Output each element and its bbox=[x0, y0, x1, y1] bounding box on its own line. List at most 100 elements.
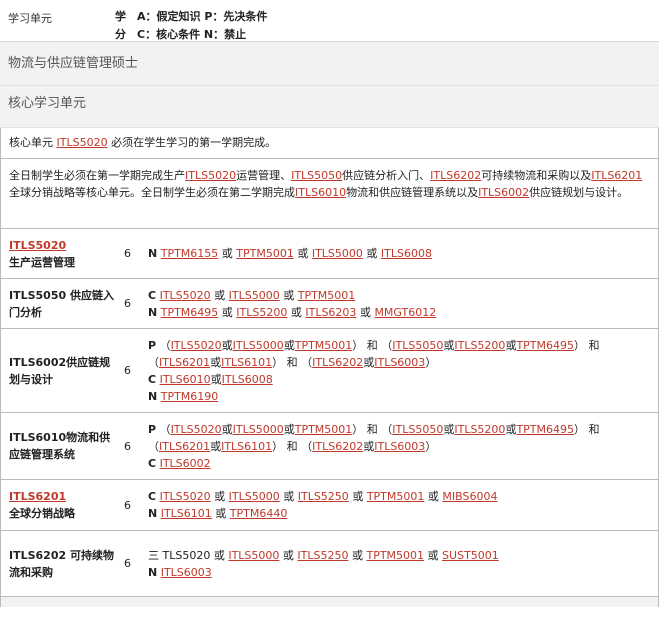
unit-name: ITLS6002供应链规划与设计 bbox=[9, 355, 111, 386]
note-text: 供应链分析入门、 bbox=[342, 169, 431, 182]
unit-link[interactable]: ITLS6002 bbox=[478, 186, 529, 199]
unit-link[interactable]: TPTM6495 bbox=[161, 306, 219, 319]
unit-link[interactable]: ITLS5020 bbox=[160, 289, 211, 302]
unit-link[interactable]: ITLS5200 bbox=[236, 306, 287, 319]
unit-name: 全球分销战略 bbox=[9, 507, 75, 520]
type-label: C bbox=[148, 490, 157, 503]
unit-link[interactable]: ITLS5000 bbox=[312, 247, 363, 260]
unit-link[interactable]: ITLS6101 bbox=[221, 440, 272, 453]
table-header: 学习单元 学 分 A：假定知识 P：先决条件 C：核心条件 N：禁止 bbox=[0, 0, 659, 42]
unit-link[interactable]: ITLS6010 bbox=[295, 186, 346, 199]
credit-points: 6 bbox=[124, 439, 131, 453]
unit-link[interactable]: TPTM5001 bbox=[295, 339, 353, 352]
unit-cell: ITLS6010物流和供应链管理系统 bbox=[1, 413, 115, 479]
unit-link[interactable]: ITLS6002 bbox=[160, 457, 211, 470]
requisites-cell: C ITLS5020 或 ITLS5000 或 TPTM5001 N TPTM6… bbox=[140, 279, 658, 328]
unit-link[interactable]: ITLS6101 bbox=[221, 356, 272, 369]
unit-link[interactable]: ITLS5200 bbox=[454, 423, 505, 436]
or-text: 或 bbox=[363, 355, 375, 369]
or-text: 或 bbox=[282, 548, 294, 562]
unit-link[interactable]: ITLS6003 bbox=[161, 566, 212, 579]
unit-link[interactable]: TPTM5001 bbox=[367, 490, 425, 503]
unit-link[interactable]: MIBS6004 bbox=[442, 490, 497, 503]
unit-link[interactable]: TPTM6190 bbox=[161, 390, 219, 403]
unit-cell: ITLS5020 生产运营管理 bbox=[1, 229, 115, 278]
unit-code-link[interactable]: ITLS5020 bbox=[9, 237, 115, 254]
unit-link[interactable]: ITLS6201 bbox=[591, 169, 642, 182]
unit-link[interactable]: ITLS5050 bbox=[392, 339, 443, 352]
requisites-cell: P （ITLS5020或ITLS5000或TPTM5001） 和 （ITLS50… bbox=[140, 329, 658, 412]
and-text: 和 bbox=[286, 439, 298, 453]
unit-link[interactable]: ITLS6010 bbox=[160, 373, 211, 386]
unit-link[interactable]: ITLS5050 bbox=[392, 423, 443, 436]
unit-link[interactable]: ITLS5020 bbox=[171, 423, 222, 436]
unit-link[interactable]: ITLS5250 bbox=[297, 549, 348, 562]
or-text: 或 bbox=[352, 490, 364, 503]
or-text: 或 bbox=[505, 338, 517, 352]
or-text: 或 bbox=[297, 247, 309, 260]
paren: （ bbox=[381, 338, 393, 352]
unit-link[interactable]: ITLS6008 bbox=[381, 247, 432, 260]
unit-link[interactable]: ITLS5000 bbox=[229, 289, 280, 302]
unit-cell: ITLS6201 全球分销战略 bbox=[1, 480, 115, 530]
unit-link[interactable]: ITLS6101 bbox=[161, 507, 212, 520]
unit-link[interactable]: ITLS6008 bbox=[222, 373, 273, 386]
program-heading: 物流与供应链管理硕士 bbox=[0, 42, 659, 86]
paren: ） bbox=[574, 422, 585, 436]
unit-link[interactable]: ITLS6202 bbox=[430, 169, 481, 182]
unit-link[interactable]: ITLS5020 bbox=[160, 490, 211, 503]
unit-link[interactable]: ITLS6003 bbox=[374, 356, 425, 369]
unit-link[interactable]: ITLS5050 bbox=[291, 169, 342, 182]
paren: ） bbox=[425, 355, 437, 369]
table-row: ITLS6201 全球分销战略 6 C ITLS5020 或 ITLS5000 … bbox=[1, 480, 658, 531]
type-label: N bbox=[148, 565, 158, 579]
unit-link[interactable]: ITLS6202 bbox=[312, 356, 363, 369]
and-text: 和 bbox=[366, 422, 378, 436]
unit-code-text: TLS5020 bbox=[162, 548, 211, 562]
unit-link[interactable]: TPTM5001 bbox=[295, 423, 353, 436]
unit-cell: ITLS5050 供应链入门分析 bbox=[1, 279, 115, 328]
or-text: 或 bbox=[210, 355, 222, 369]
unit-link[interactable]: ITLS6201 bbox=[159, 356, 210, 369]
unit-link[interactable]: ITLS5020 bbox=[171, 339, 222, 352]
unit-link[interactable]: TPTM6155 bbox=[161, 247, 219, 260]
unit-link[interactable]: ITLS5000 bbox=[233, 423, 284, 436]
unit-link[interactable]: TPTM6495 bbox=[516, 423, 574, 436]
note-text: 核心单元 bbox=[9, 136, 57, 149]
type-label: C bbox=[148, 288, 157, 302]
unit-link[interactable]: MMGT6012 bbox=[374, 306, 436, 319]
unit-link[interactable]: TPTM5001 bbox=[236, 247, 294, 260]
or-text: 或 bbox=[214, 288, 226, 302]
or-text: 或 bbox=[215, 507, 227, 520]
unit-link[interactable]: TPTM5001 bbox=[366, 549, 424, 562]
unit-link[interactable]: ITLS5000 bbox=[228, 549, 279, 562]
unit-link[interactable]: TPTM5001 bbox=[298, 289, 356, 302]
unit-link[interactable]: ITLS6003 bbox=[374, 440, 425, 453]
unit-link[interactable]: ITLS6201 bbox=[159, 440, 210, 453]
header-char-1: 学 bbox=[115, 10, 126, 23]
type-label: N bbox=[148, 247, 158, 260]
unit-link[interactable]: TPTM6495 bbox=[516, 339, 574, 352]
unit-link[interactable]: ITLS5020 bbox=[185, 169, 236, 182]
unit-link[interactable]: ITLS5200 bbox=[454, 339, 505, 352]
unit-link[interactable]: ITLS5000 bbox=[233, 339, 284, 352]
unit-code-link[interactable]: ITLS6201 bbox=[9, 488, 115, 505]
type-label: P bbox=[148, 338, 157, 352]
header-unit-label: 学习单元 bbox=[8, 12, 52, 25]
credit-points: 6 bbox=[124, 247, 131, 260]
or-text: 或 bbox=[221, 338, 233, 352]
paren: ） bbox=[574, 338, 585, 352]
unit-link[interactable]: ITLS6203 bbox=[305, 306, 356, 319]
requisite-line: P （ITLS5020或ITLS5000或TPTM5001） 和 （ITLS50… bbox=[148, 421, 652, 455]
requisite-line: N TPTM6155 或 TPTM5001 或 ITLS5000 或 ITLS6… bbox=[148, 245, 652, 262]
paren: （ bbox=[159, 338, 171, 352]
or-text: 或 bbox=[366, 247, 378, 260]
requisite-line: N ITLS6101 或 TPTM6440 bbox=[148, 505, 652, 522]
unit-link[interactable]: SUST5001 bbox=[442, 549, 499, 562]
unit-link[interactable]: ITLS6202 bbox=[312, 440, 363, 453]
unit-link[interactable]: TPTM6440 bbox=[230, 507, 288, 520]
unit-link[interactable]: ITLS5250 bbox=[298, 490, 349, 503]
unit-link[interactable]: ITLS5020 bbox=[57, 136, 108, 149]
requisite-line: 三 TLS5020 或 ITLS5000 或 ITLS5250 或 TPTM50… bbox=[148, 547, 652, 564]
unit-link[interactable]: ITLS5000 bbox=[229, 490, 280, 503]
